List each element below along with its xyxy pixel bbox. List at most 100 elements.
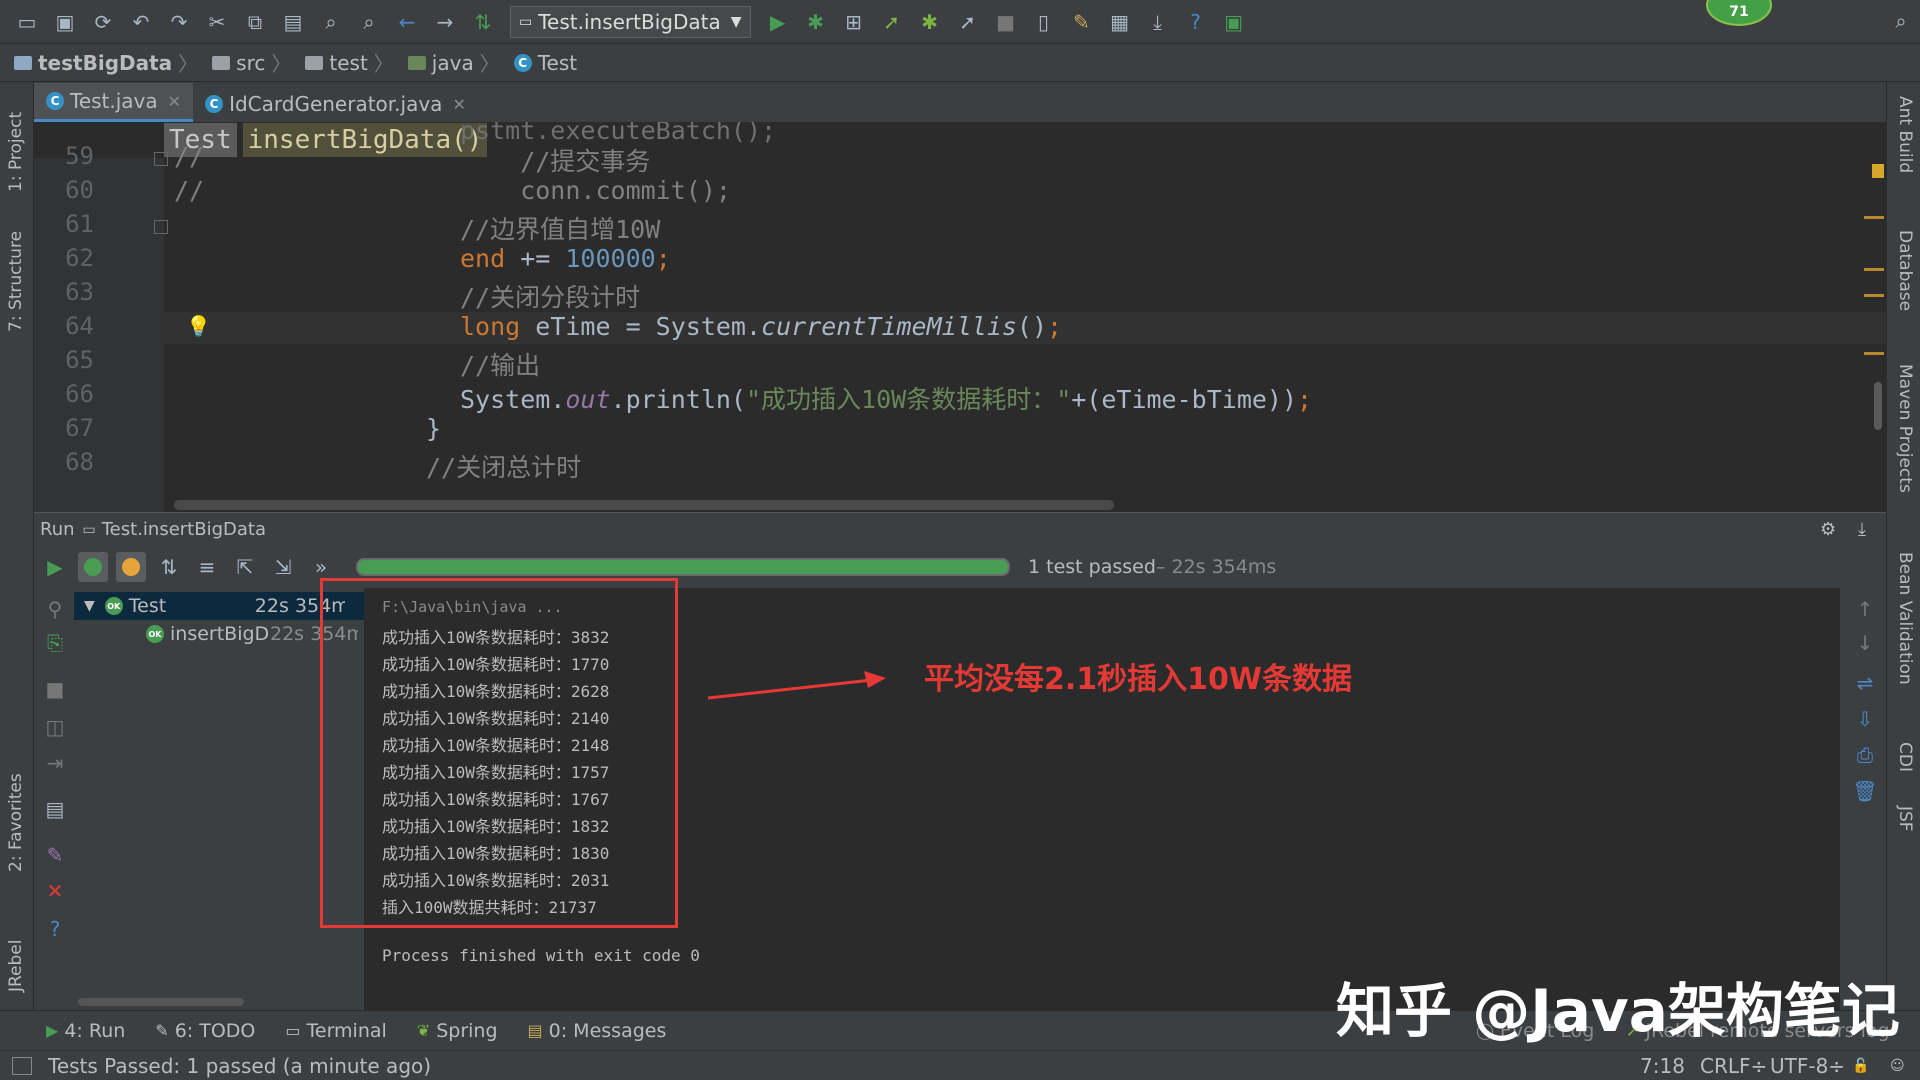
undo-icon[interactable]: ↶ [128, 9, 154, 35]
maven-tool-button[interactable]: Maven Projects [1895, 364, 1915, 493]
bookmark-icon[interactable]: ▯ [1031, 9, 1057, 35]
tab-test-java[interactable]: C Test.java ✕ [34, 83, 194, 122]
jrebel-tool-button[interactable]: JRebel [6, 912, 26, 993]
warning-marker-icon[interactable] [1872, 164, 1884, 178]
download-icon[interactable]: ⤓ [1145, 9, 1171, 35]
horizontal-scrollbar[interactable] [174, 500, 1114, 510]
expand-arrow-icon[interactable]: ▼ [84, 598, 95, 614]
find-icon[interactable]: ⌕ [318, 9, 344, 35]
code-editor[interactable]: Test insertBigData() pstmt.executeBatch(… [34, 122, 1886, 512]
close-icon[interactable]: ✕ [168, 92, 181, 111]
collapse-all-icon[interactable]: ⇲ [268, 552, 298, 582]
breadcrumb-project[interactable]: testBigData 〉 [14, 48, 206, 77]
scroll-down-icon[interactable]: ↓ [1850, 628, 1880, 658]
project-structure-icon[interactable]: ▦ [1107, 9, 1133, 35]
copy-icon[interactable]: ⧉ [242, 9, 268, 35]
cdi-tool-button[interactable]: CDI [1895, 742, 1915, 772]
scroll-up-icon[interactable]: ↑ [1850, 594, 1880, 624]
caret-position[interactable]: 7:18 [1640, 1054, 1685, 1078]
structure-tool-button[interactable]: 7: Structure [6, 222, 26, 332]
save-all-icon[interactable]: ▣ [52, 9, 78, 35]
export-icon[interactable]: ⎘ [40, 628, 70, 658]
database-tool-button[interactable]: Database [1895, 230, 1915, 311]
hide-panel-icon[interactable]: ⤓ [1858, 519, 1866, 540]
print-icon[interactable]: ⎙ [1850, 740, 1880, 770]
pin-icon[interactable]: ⚲ [40, 594, 70, 624]
exit-icon[interactable]: ⇥ [40, 748, 70, 778]
fold-icon[interactable] [154, 220, 168, 234]
project-tool-button[interactable]: 1: Project [6, 92, 26, 192]
gear-icon[interactable]: ⚙ [1820, 519, 1836, 540]
show-passed-icon[interactable] [78, 552, 108, 582]
tab-run[interactable]: ▶ 4: Run [46, 1020, 125, 1042]
plugin-icon[interactable]: ▣ [1221, 9, 1247, 35]
run-icon[interactable]: ▶ [765, 9, 791, 35]
jrebel-run-icon[interactable]: ➚ [879, 9, 905, 35]
notification-badge[interactable]: 71 [1706, 0, 1772, 26]
favorites-tool-button[interactable]: 2: Favorites [6, 762, 26, 872]
forward-icon[interactable]: → [432, 9, 458, 35]
jrebel-debug-icon[interactable]: ✱ [917, 9, 943, 35]
search-icon[interactable]: ⌕ [1888, 8, 1914, 34]
settings-wrench-icon[interactable]: ✎ [1069, 9, 1095, 35]
pin-tab-icon[interactable]: ✎ [40, 840, 70, 870]
console-side-toolbar: ↑ ↓ ⇌ ⇩ ⎙ 🗑 [1840, 588, 1886, 1010]
debug-icon[interactable]: ✱ [803, 9, 829, 35]
editor-crumb-method[interactable]: insertBigData() [242, 123, 488, 157]
breadcrumb-java[interactable]: java 〉 [407, 48, 508, 77]
status-toggle-icon[interactable] [12, 1056, 32, 1075]
console-output[interactable]: F:\Java\bin\java ... 成功插入10W条数据耗时：3832 成功… [320, 578, 1840, 1010]
line-number: 65 [65, 346, 94, 374]
open-folder-icon[interactable]: ▭ [14, 9, 40, 35]
breadcrumb-src[interactable]: src 〉 [212, 48, 299, 77]
coverage-icon[interactable]: ⊞ [841, 9, 867, 35]
cut-icon[interactable]: ✂ [204, 9, 230, 35]
fold-icon[interactable] [154, 152, 168, 166]
show-ignored-icon[interactable] [116, 552, 146, 582]
rerun-icon[interactable]: ▶ [40, 552, 70, 582]
jsf-tool-button[interactable]: JSF [1895, 806, 1915, 832]
stop-icon[interactable]: ■ [40, 674, 70, 704]
help-icon[interactable]: ? [40, 914, 70, 944]
close-icon[interactable]: ✕ [452, 95, 465, 114]
lock-icon[interactable]: 🔓 [1852, 1058, 1869, 1074]
bean-validation-tool-button[interactable]: Bean Validation [1895, 552, 1915, 685]
code-comment: //关闭总计时 [426, 453, 582, 482]
file-encoding[interactable]: UTF-8÷ [1770, 1054, 1845, 1078]
ant-build-tool-button[interactable]: Ant Build [1895, 96, 1915, 173]
tab-messages[interactable]: ▤ 0: Messages [528, 1020, 667, 1042]
inspector-icon[interactable]: ☺ [1890, 1058, 1905, 1074]
tab-spring[interactable]: ❦ Spring [417, 1020, 498, 1042]
structure-tool-label: 7: Structure [6, 230, 26, 332]
breadcrumb-test[interactable]: test 〉 [305, 48, 401, 77]
sort-alpha-icon[interactable]: ⇅ [154, 552, 184, 582]
tab-idcardgenerator-java[interactable]: C IdCardGenerator.java ✕ [193, 86, 478, 122]
paste-icon[interactable]: ▤ [280, 9, 306, 35]
run-configuration-select[interactable]: ▭ Test.insertBigData ▼ [510, 5, 751, 38]
expand-all-icon[interactable]: ⇱ [230, 552, 260, 582]
scroll-to-end-icon[interactable]: ⇩ [1850, 704, 1880, 734]
close-icon[interactable]: ✕ [40, 876, 70, 906]
vertical-scrollbar[interactable] [1874, 382, 1882, 430]
code-brace: } [426, 414, 442, 443]
tab-todo[interactable]: ✎ 6: TODO [155, 1020, 255, 1042]
sort-duration-icon[interactable]: ≡ [192, 552, 222, 582]
tab-terminal[interactable]: ▭ Terminal [285, 1020, 386, 1042]
help-icon[interactable]: ? [1183, 9, 1209, 35]
clear-all-icon[interactable]: 🗑 [1850, 776, 1880, 806]
sync-icon[interactable]: ⟳ [90, 9, 116, 35]
tree-scrollbar[interactable] [78, 998, 244, 1006]
stop-icon[interactable]: ■ [993, 9, 1019, 35]
dump-threads-icon[interactable]: ◫ [40, 712, 70, 742]
lightbulb-icon[interactable]: 💡 [186, 314, 211, 338]
breadcrumb-class[interactable]: C Test [513, 51, 577, 75]
replace-icon[interactable]: ⌕ [356, 9, 382, 35]
soft-wrap-icon[interactable]: ⇌ [1850, 668, 1880, 698]
make-project-icon[interactable]: ⇅ [470, 9, 496, 35]
redo-icon[interactable]: ↷ [166, 9, 192, 35]
line-separator[interactable]: CRLF÷ [1700, 1054, 1767, 1078]
back-icon[interactable]: ← [394, 9, 420, 35]
layout-icon[interactable]: ▤ [40, 794, 70, 824]
update-icon[interactable]: ➚ [955, 9, 981, 35]
run-panel-config[interactable]: Test.insertBigData [102, 519, 266, 540]
